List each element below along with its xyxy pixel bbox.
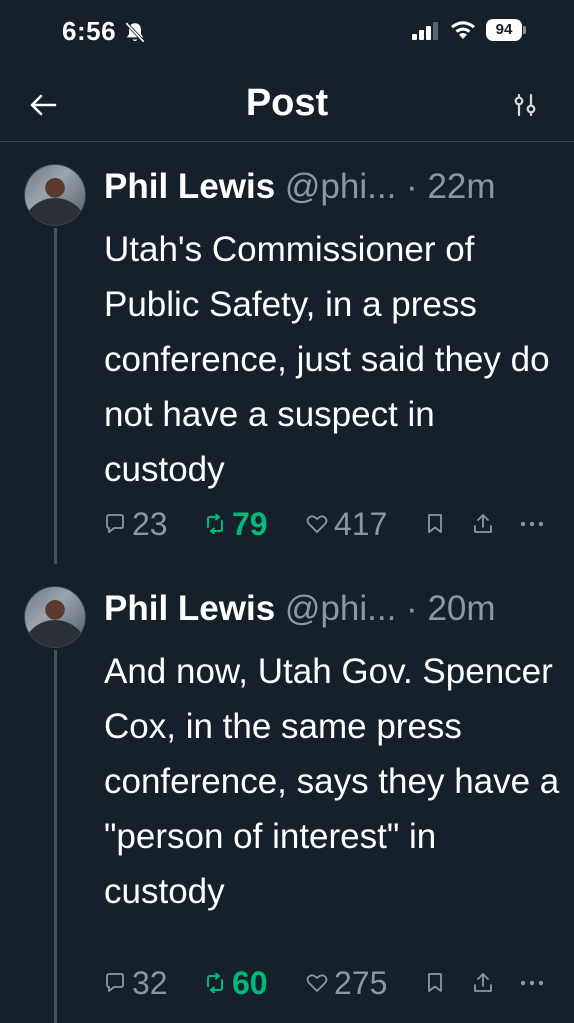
bell-slash-icon bbox=[125, 22, 145, 43]
share-button[interactable] bbox=[472, 963, 494, 1003]
tweet-text: And now, Utah Gov. Spencer Cox, in the s… bbox=[104, 652, 560, 911]
tweet[interactable]: Phil Lewis @phi... · 22m Utah's Commissi… bbox=[0, 142, 574, 564]
author-handle[interactable]: @phi... bbox=[285, 167, 396, 206]
bookmark-icon bbox=[428, 514, 442, 533]
reply-icon bbox=[106, 514, 124, 533]
author-name[interactable]: Phil Lewis bbox=[104, 589, 275, 628]
thread-line bbox=[54, 650, 57, 1023]
status-time: 6:56 bbox=[62, 16, 117, 46]
avatar[interactable] bbox=[24, 164, 86, 226]
like-count: 417 bbox=[334, 505, 388, 542]
status-bar: 6:56 94 bbox=[0, 0, 574, 62]
more-button[interactable] bbox=[520, 504, 544, 544]
share-icon bbox=[474, 514, 492, 533]
more-icon bbox=[520, 980, 544, 986]
tweet-actions: 23 79 417 bbox=[104, 504, 554, 544]
thread-line bbox=[54, 228, 57, 564]
bookmark-button[interactable] bbox=[426, 504, 444, 544]
bookmark-icon bbox=[428, 973, 442, 992]
reply-icon bbox=[106, 973, 124, 992]
retweet-icon bbox=[207, 514, 223, 534]
wifi-icon bbox=[451, 21, 475, 39]
reply-button[interactable]: 32 bbox=[104, 963, 168, 1003]
reply-button[interactable]: 23 bbox=[104, 504, 168, 544]
reply-count: 32 bbox=[132, 964, 168, 1001]
tweet-timestamp[interactable]: 20m bbox=[427, 589, 495, 628]
separator-dot: · bbox=[406, 589, 418, 628]
battery-nub bbox=[523, 26, 526, 34]
sliders-icon[interactable] bbox=[510, 90, 540, 120]
tweet[interactable]: Phil Lewis @phi... · 20m And now, Utah G… bbox=[0, 564, 574, 1023]
heart-icon bbox=[306, 974, 328, 992]
nav-header: Post bbox=[0, 62, 574, 142]
more-icon bbox=[520, 521, 544, 527]
more-button[interactable] bbox=[520, 963, 544, 1003]
app-screen: 6:56 94 Post Phil Lewis @phi... · 22m Ut… bbox=[0, 0, 574, 1023]
share-icon bbox=[474, 973, 492, 992]
retweet-count: 60 bbox=[232, 964, 268, 1001]
heart-icon bbox=[306, 515, 328, 533]
like-button[interactable]: 417 bbox=[306, 504, 387, 544]
separator-dot: · bbox=[406, 167, 418, 206]
retweet-button[interactable]: 60 bbox=[204, 963, 268, 1003]
reply-count: 23 bbox=[132, 505, 168, 542]
tweet-text: Utah's Commissioner of Public Safety, in… bbox=[104, 230, 550, 489]
retweet-button[interactable]: 79 bbox=[204, 504, 268, 544]
battery-indicator: 94 bbox=[486, 19, 526, 41]
share-button[interactable] bbox=[472, 504, 494, 544]
tweet-timestamp[interactable]: 22m bbox=[427, 167, 495, 206]
page-title: Post bbox=[245, 82, 329, 124]
cellular-signal-icon bbox=[412, 22, 438, 40]
like-button[interactable]: 275 bbox=[306, 963, 387, 1003]
tweet-actions: 32 60 275 bbox=[104, 963, 554, 1003]
retweet-count: 79 bbox=[232, 505, 268, 542]
author-handle[interactable]: @phi... bbox=[285, 589, 396, 628]
retweet-icon bbox=[207, 973, 223, 993]
like-count: 275 bbox=[334, 964, 388, 1001]
tweet-header: Phil Lewis @phi... · 22m bbox=[104, 166, 554, 208]
avatar[interactable] bbox=[24, 586, 86, 648]
battery-level: 94 bbox=[486, 19, 522, 41]
bookmark-button[interactable] bbox=[426, 963, 444, 1003]
author-name[interactable]: Phil Lewis bbox=[104, 167, 275, 206]
tweet-header: Phil Lewis @phi... · 20m bbox=[104, 588, 554, 630]
